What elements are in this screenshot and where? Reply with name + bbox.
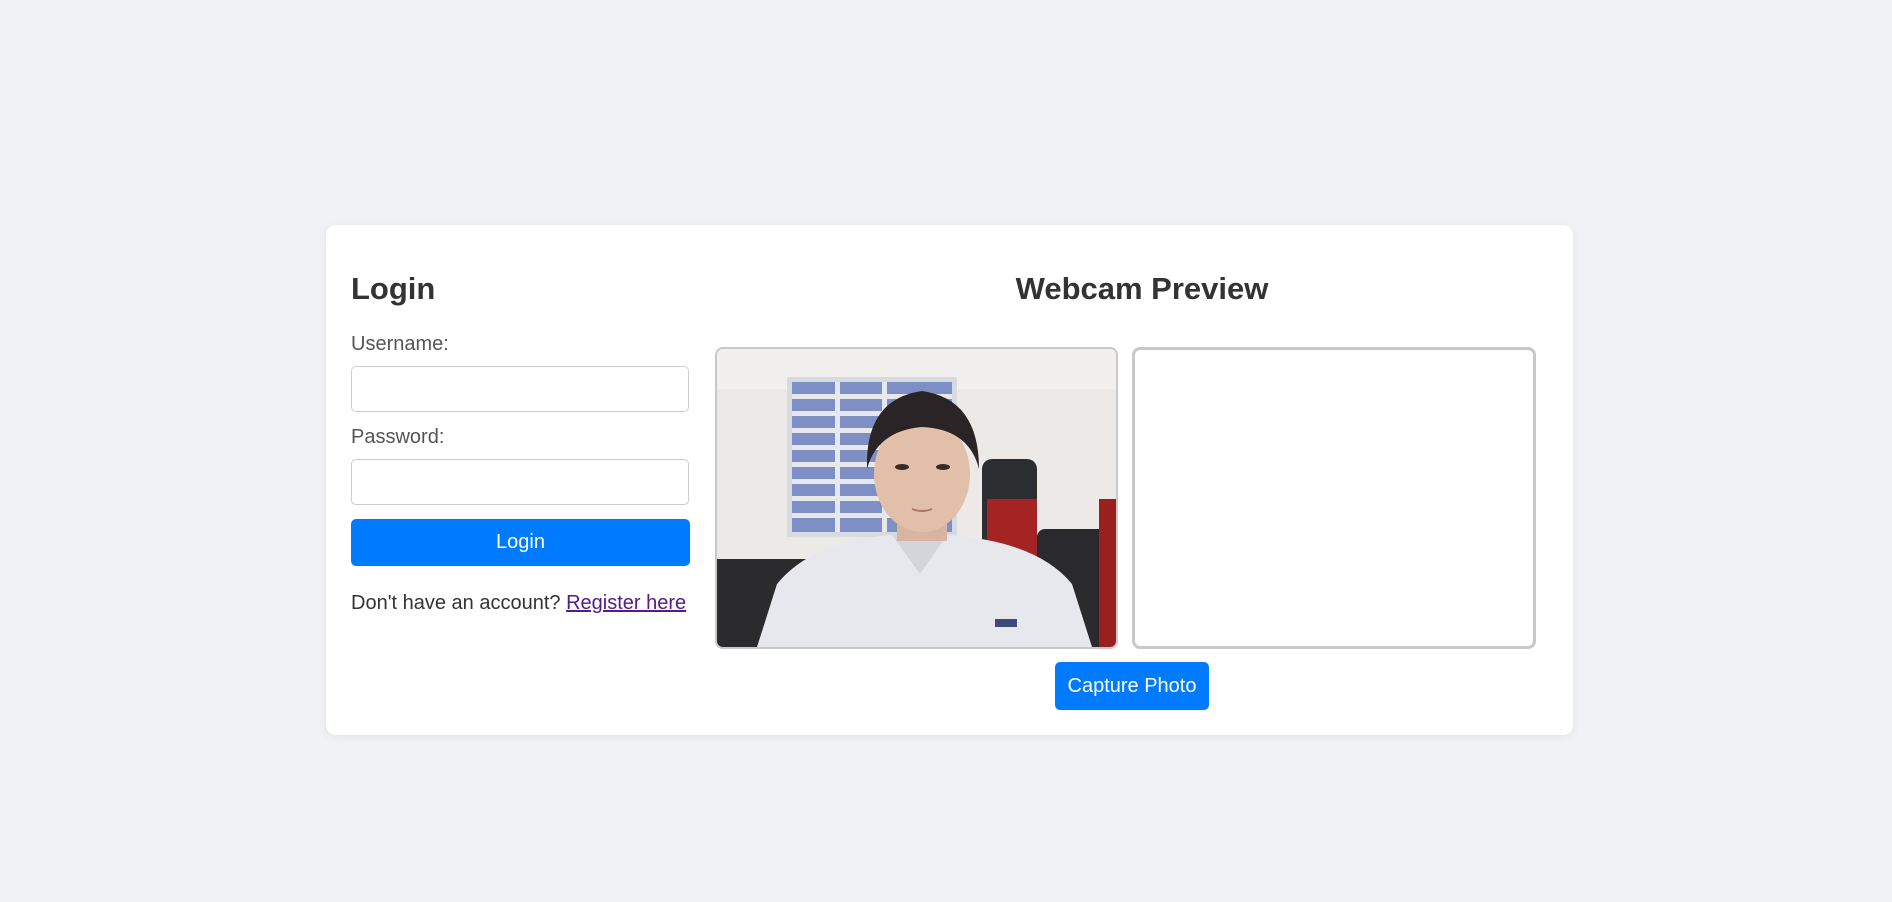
login-title: Login: [351, 271, 436, 306]
register-prompt-row: Don't have an account? Register here: [351, 591, 686, 615]
webcam-title: Webcam Preview: [1015, 271, 1269, 306]
login-button[interactable]: Login: [351, 519, 690, 566]
password-input[interactable]: [351, 459, 689, 505]
password-label: Password:: [351, 426, 445, 448]
captured-photo-canvas: [1132, 347, 1536, 649]
webcam-video: [715, 347, 1118, 649]
username-label: Username:: [351, 333, 449, 355]
register-link[interactable]: Register here: [566, 592, 686, 614]
webcam-feed-image: [717, 349, 1116, 647]
register-prompt-text: Don't have an account?: [351, 592, 561, 614]
username-input[interactable]: [351, 366, 689, 412]
capture-photo-button[interactable]: Capture Photo: [1055, 662, 1209, 710]
main-card: Login Username: Password: Login Don't ha…: [326, 225, 1573, 735]
